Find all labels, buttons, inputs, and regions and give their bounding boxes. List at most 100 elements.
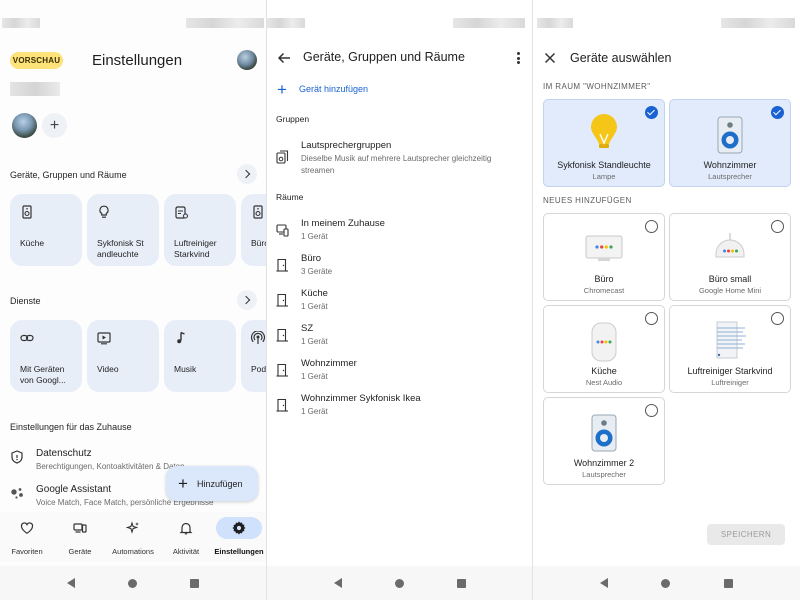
device-tile[interactable]: Sykfonisk St andleuchte xyxy=(87,194,159,266)
room-subtitle: 1 Gerät xyxy=(301,407,328,416)
system-navigation-bar xyxy=(533,566,800,600)
room-row[interactable]: In meinem Zuhause 1 Gerät xyxy=(276,218,521,244)
door-icon xyxy=(276,258,288,272)
add-device-button[interactable]: + Gerät hinzufügen xyxy=(277,81,368,98)
recents-icon[interactable] xyxy=(190,578,200,588)
home-icon[interactable] xyxy=(661,578,671,588)
back-arrow-icon[interactable] xyxy=(277,52,291,64)
service-tile-label: Pod xyxy=(251,364,266,374)
door-icon xyxy=(276,363,288,377)
device-tile[interactable]: Küche xyxy=(10,194,82,266)
device-card[interactable]: Büro Chromecast xyxy=(543,213,665,301)
nav-label: Automations xyxy=(112,547,154,556)
service-tile[interactable]: Mit Geräten von Googl... xyxy=(10,320,82,392)
system-navigation-bar xyxy=(267,566,532,600)
device-card-type: Lautsprecher xyxy=(708,172,752,181)
nav-label: Favoriten xyxy=(11,547,43,556)
device-tile[interactable]: Büro xyxy=(241,194,266,266)
settings-screen: VORSCHAU Einstellungen + Geräte, Gruppen… xyxy=(0,0,266,600)
device-card[interactable]: Wohnzimmer 2 Lautsprecher xyxy=(543,397,665,485)
device-card[interactable]: Sykfonisk Standleuchte Lampe xyxy=(543,99,665,187)
radio-unchecked-icon xyxy=(771,220,784,233)
recents-icon[interactable] xyxy=(456,578,466,588)
room-row[interactable]: Büro 3 Geräte xyxy=(276,253,521,279)
service-tile-label: Mit Geräten von Googl... xyxy=(20,364,66,385)
nav-activity[interactable]: Aktivität xyxy=(160,517,212,557)
account-avatar[interactable] xyxy=(237,50,257,70)
home-devices-icon xyxy=(276,224,289,237)
nav-settings[interactable]: Einstellungen xyxy=(213,517,265,557)
page-title: Geräte auswählen xyxy=(570,51,672,65)
bottom-navigation: Favoriten Geräte Automations Aktivität E… xyxy=(0,512,266,562)
plus-icon: + xyxy=(49,116,60,134)
devices-section-more-button[interactable] xyxy=(237,164,257,184)
devices-icon xyxy=(73,523,87,533)
service-tile[interactable]: Musik xyxy=(164,320,236,392)
device-card[interactable]: Büro small Google Home Mini xyxy=(669,213,791,301)
door-icon xyxy=(276,293,288,307)
device-card-type: Lautsprecher xyxy=(582,470,626,479)
device-tile[interactable]: Luftreiniger Starkvind xyxy=(164,194,236,266)
device-card[interactable]: Luftreiniger Starkvind Luftreiniger xyxy=(669,305,791,393)
save-button[interactable]: SPEICHERN xyxy=(707,524,785,545)
home-settings-heading: Einstellungen für das Zuhause xyxy=(10,422,132,432)
room-subtitle: 1 Gerät xyxy=(301,372,328,381)
home-icon[interactable] xyxy=(394,578,404,588)
nav-label: Einstellungen xyxy=(214,547,264,556)
group-subtitle: Dieselbe Musik auf mehrere Lautsprecher … xyxy=(301,154,492,175)
setting-title: Datenschutz xyxy=(36,448,92,459)
back-icon[interactable] xyxy=(599,578,608,588)
speaker-icon xyxy=(22,205,32,219)
status-bar xyxy=(0,18,266,28)
room-subtitle: 1 Gerät xyxy=(301,302,328,311)
fab-label: Hinzufügen xyxy=(196,478,243,489)
device-tile-label: Büro xyxy=(251,238,266,248)
speaker-icon xyxy=(253,205,263,219)
room-row[interactable]: SZ 1 Gerät xyxy=(276,323,521,349)
select-devices-screen: Geräte auswählen IM RAUM "WOHNZIMMER" Sy… xyxy=(533,0,800,600)
door-icon xyxy=(276,398,288,412)
back-icon[interactable] xyxy=(333,578,342,588)
chromecast-icon xyxy=(585,235,623,261)
device-card[interactable]: Wohnzimmer Lautsprecher xyxy=(669,99,791,187)
close-icon[interactable] xyxy=(544,52,556,64)
service-tile[interactable]: Video xyxy=(87,320,159,392)
heart-icon xyxy=(20,522,34,535)
more-options-icon[interactable] xyxy=(516,52,520,64)
back-icon[interactable] xyxy=(66,578,75,588)
video-icon xyxy=(97,332,111,345)
lightbulb-icon xyxy=(99,205,109,218)
add-member-button[interactable]: + xyxy=(42,113,67,138)
room-title: Wohnzimmer Sykfonisk Ikea xyxy=(301,393,421,404)
group-row[interactable]: Lautsprechergruppen Dieselbe Musik auf m… xyxy=(276,140,521,178)
device-card-name: Küche xyxy=(591,366,617,376)
device-card-type: Chromecast xyxy=(583,286,625,295)
nest-audio-icon xyxy=(591,322,617,362)
nav-favorites[interactable]: Favoriten xyxy=(1,517,53,557)
service-tile[interactable]: Pod xyxy=(241,320,266,392)
in-room-caption: IM RAUM "WOHNZIMMER" xyxy=(543,82,651,91)
room-subtitle: 1 Gerät xyxy=(301,232,328,241)
speaker-icon xyxy=(591,414,617,452)
speaker-group-icon xyxy=(276,150,289,164)
room-row[interactable]: Küche 1 Gerät xyxy=(276,288,521,314)
room-row[interactable]: Wohnzimmer Sykfonisk Ikea 1 Gerät xyxy=(276,393,521,419)
room-row[interactable]: Wohnzimmer 1 Gerät xyxy=(276,358,521,384)
air-purifier-icon xyxy=(716,321,746,359)
device-card-type: Nest Audio xyxy=(585,378,623,387)
add-fab-button[interactable]: + Hinzufügen xyxy=(166,466,258,501)
nav-label: Geräte xyxy=(68,547,92,556)
nav-devices[interactable]: Geräte xyxy=(54,517,106,557)
recents-icon[interactable] xyxy=(724,578,734,588)
device-card-type: Lampe xyxy=(592,172,616,181)
services-section-more-button[interactable] xyxy=(237,290,257,310)
room-subtitle: 3 Geräte xyxy=(301,267,333,276)
nav-automations[interactable]: Automations xyxy=(107,517,159,557)
member-avatar[interactable] xyxy=(12,113,37,138)
device-tile-label: Küche xyxy=(20,238,45,248)
device-card[interactable]: Küche Nest Audio xyxy=(543,305,665,393)
setting-title: Google Assistant xyxy=(36,484,112,495)
checked-icon xyxy=(771,106,784,119)
home-icon[interactable] xyxy=(127,578,137,588)
page-title: Geräte, Gruppen und Räume xyxy=(303,50,465,64)
